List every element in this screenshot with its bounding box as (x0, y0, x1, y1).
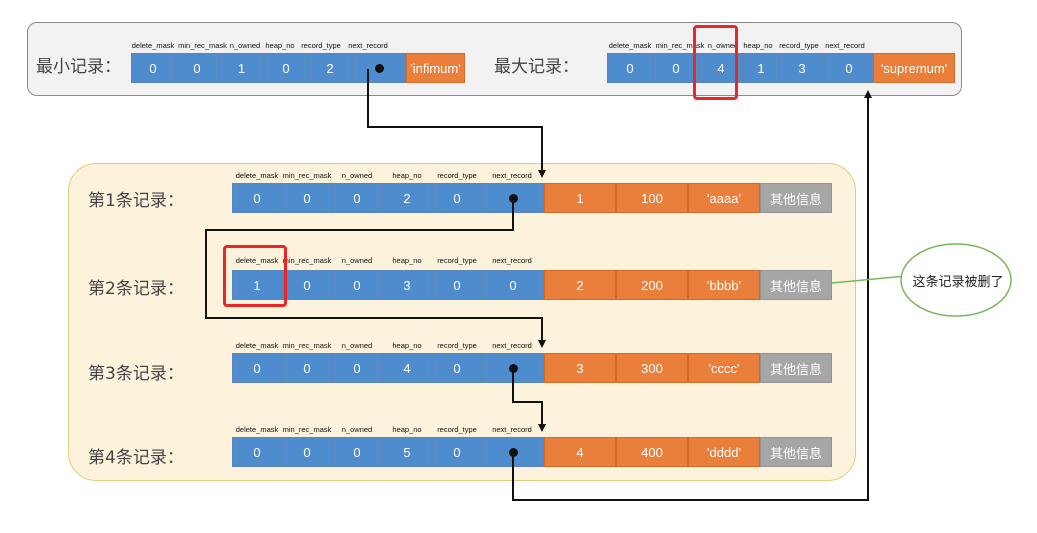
pointer-arrows (205, 69, 1012, 501)
arrow-infimum-to-record-1 (367, 69, 546, 178)
arrow-record-4-to-supremum (512, 90, 872, 501)
arrow-record-1-to-record-3 (205, 198, 546, 348)
arrow-record-3-to-record-4 (512, 368, 546, 432)
callout-text: 这条记录被删了 (912, 275, 1004, 290)
